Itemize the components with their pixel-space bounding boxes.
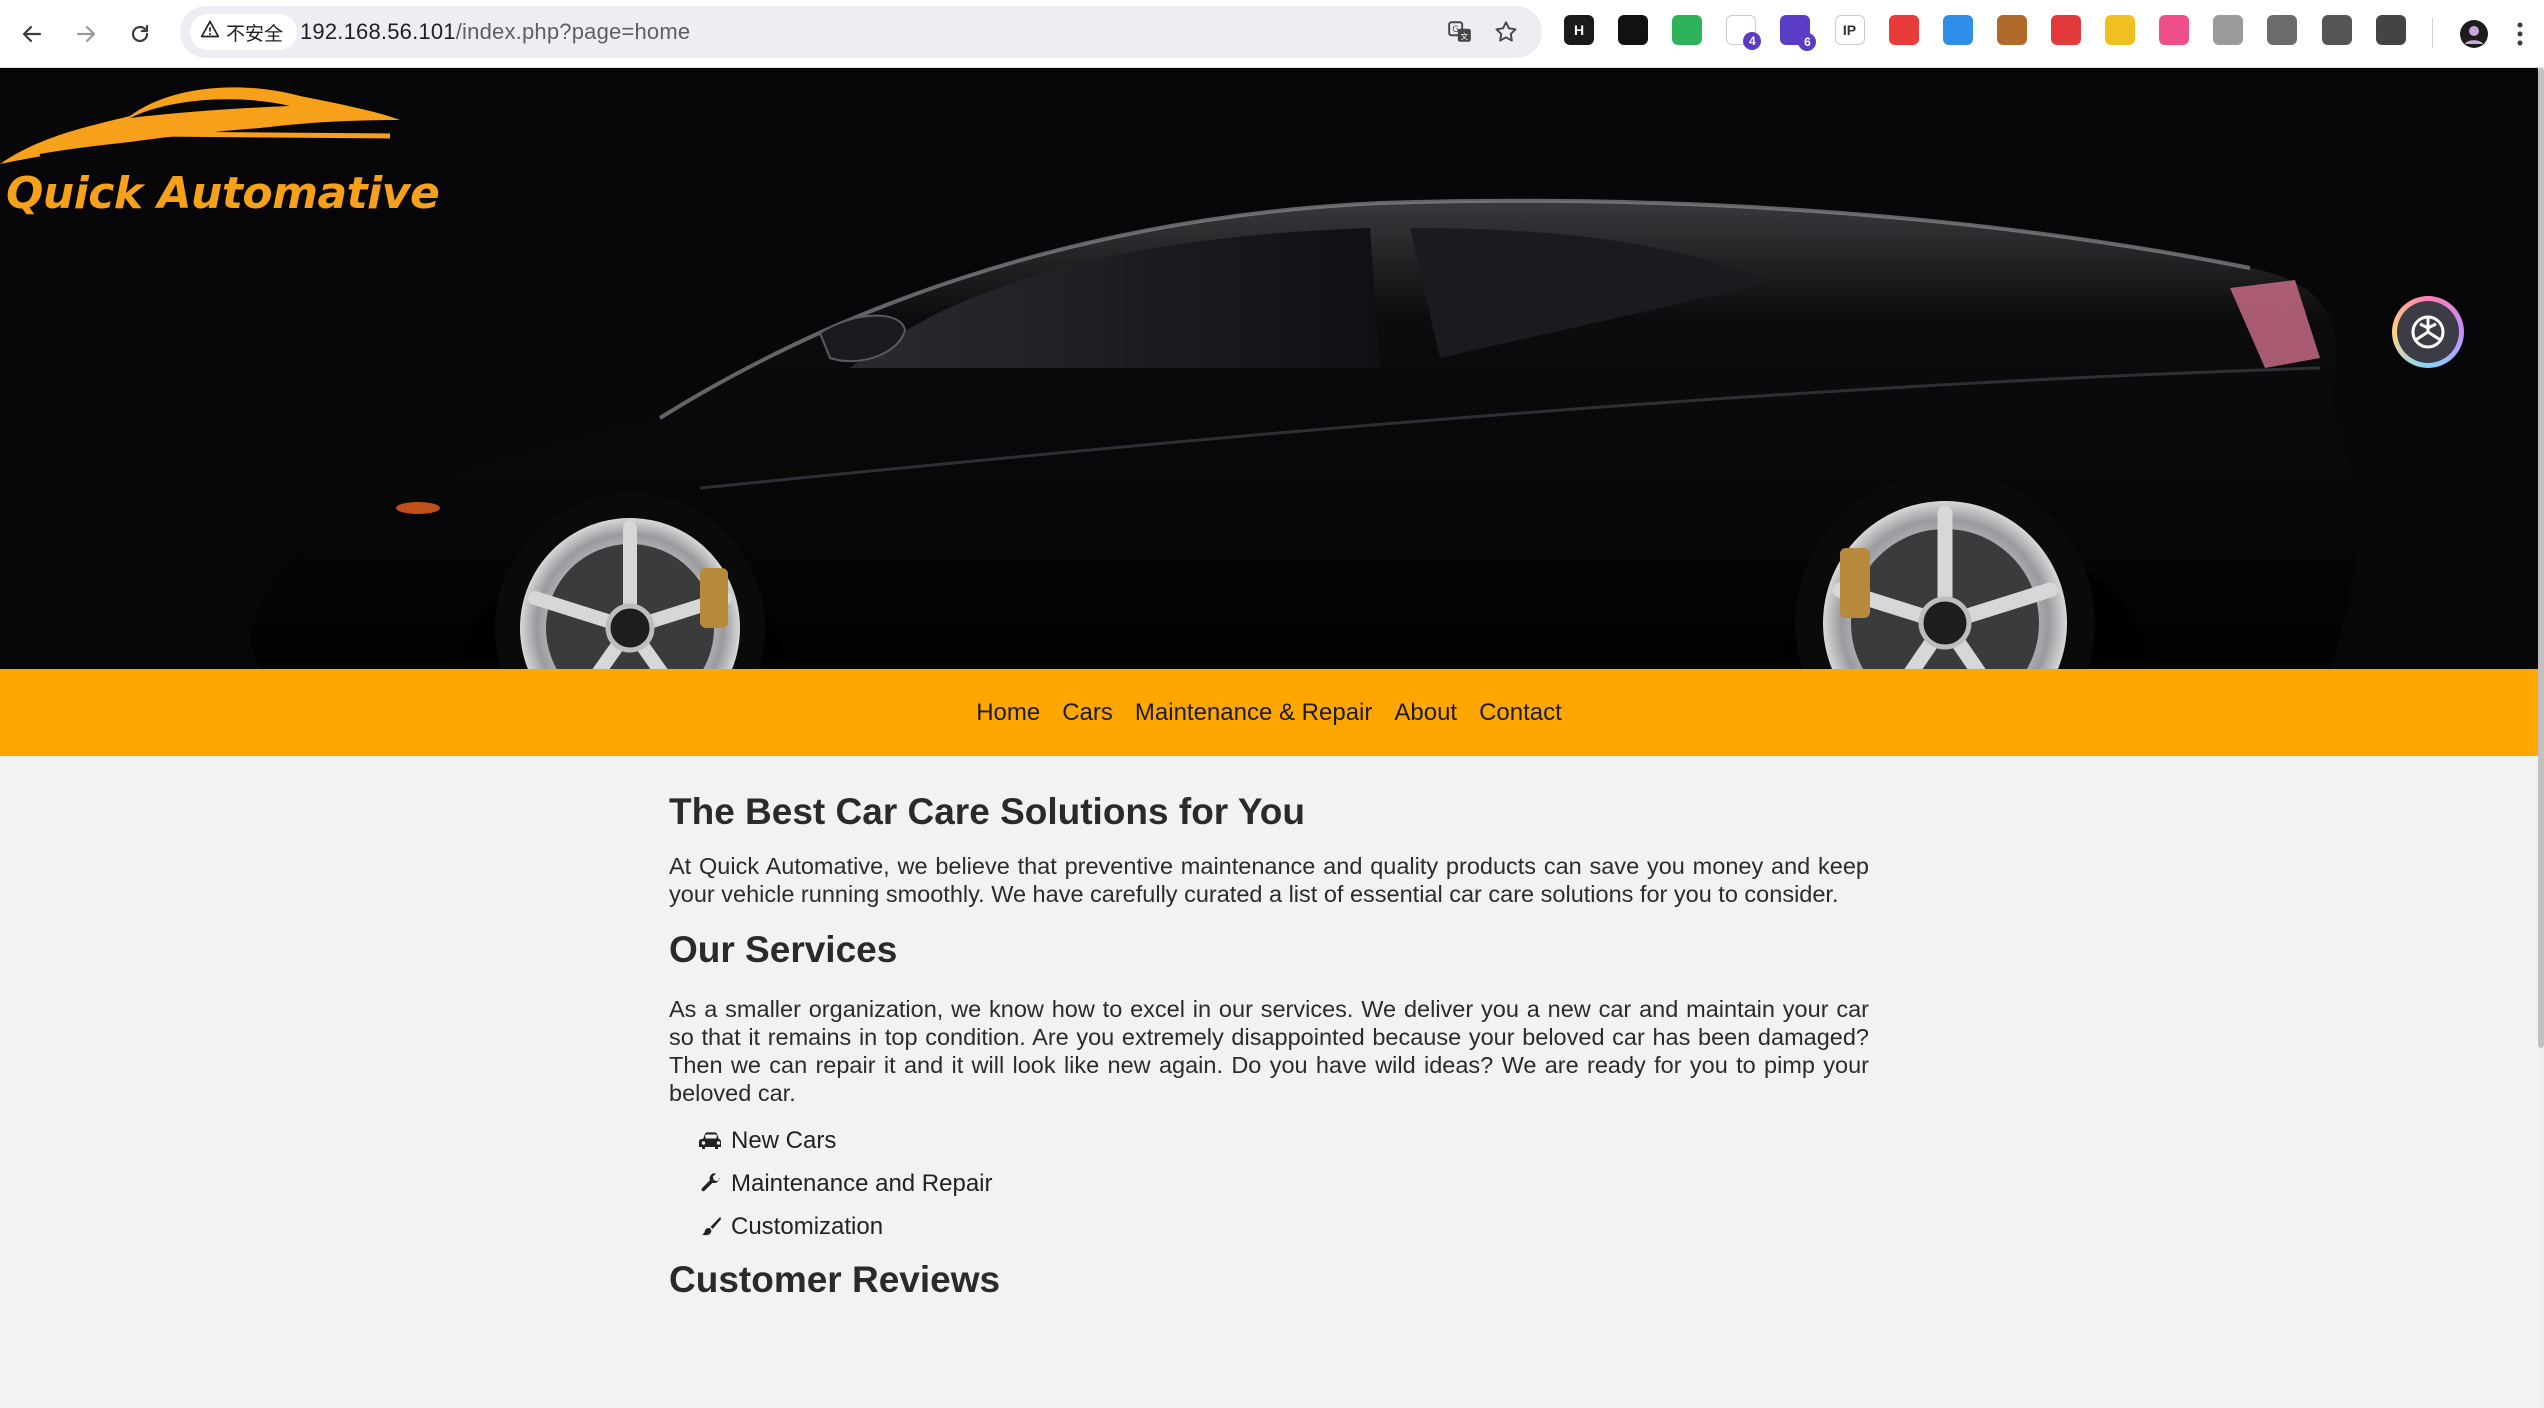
cube-ext-icon[interactable]: 6: [1780, 15, 1817, 51]
service-label: New Cars: [731, 1126, 837, 1154]
browser-toolbar: 不安全 192.168.56.101/index.php?page=home G…: [0, 0, 2544, 68]
nav-contact[interactable]: Contact: [1479, 699, 1562, 727]
url-host: 192.168.56.101: [300, 19, 456, 44]
security-label: 不安全: [226, 23, 284, 45]
menu-kebab-icon[interactable]: [2500, 14, 2540, 54]
bookmark-star-icon[interactable]: [1490, 16, 1522, 48]
ip-ext-icon[interactable]: IP: [1834, 15, 1865, 45]
service-label: Customization: [731, 1212, 884, 1240]
wrench-icon: [699, 1171, 723, 1195]
hero-banner: Quick Automative: [0, 68, 2538, 669]
back-icon[interactable]: [12, 14, 52, 54]
floating-assistant-button[interactable]: [2392, 296, 2464, 368]
extension-badge: 6: [1798, 33, 1817, 51]
nav-cars[interactable]: Cars: [1062, 699, 1113, 727]
service-label: Maintenance and Repair: [731, 1169, 993, 1197]
list-item: Customization: [699, 1205, 1869, 1248]
intro-paragraph: At Quick Automative, we believe that pre…: [669, 853, 1869, 908]
list-item: Maintenance and Repair: [699, 1162, 1869, 1205]
toolbar-divider: [2432, 18, 2433, 48]
address-bar[interactable]: 不安全 192.168.56.101/index.php?page=home G…: [180, 6, 1542, 58]
extension-badge: 4: [1743, 32, 1762, 50]
profile-avatar[interactable]: [2454, 14, 2494, 54]
h-ext-icon[interactable]: H: [1564, 15, 1594, 45]
services-list: New Cars Maintenance and Repair Customiz…: [699, 1119, 1869, 1248]
eye-ext-icon[interactable]: [1942, 15, 1973, 45]
cookie-ext-icon[interactable]: [1996, 15, 2027, 45]
lang-ext-icon[interactable]: [2213, 15, 2244, 45]
car-icon: [699, 1128, 723, 1152]
forward-icon[interactable]: [66, 14, 106, 54]
svg-text:文: 文: [1461, 31, 1469, 41]
main-content: The Best Car Care Solutions for You At Q…: [669, 790, 1869, 1302]
brand-name: Quick Automative: [6, 168, 440, 219]
list-item: New Cars: [699, 1119, 1869, 1162]
page-heading: The Best Car Care Solutions for You: [669, 791, 1305, 832]
services-heading: Our Services: [669, 929, 898, 971]
recycle-ext-icon[interactable]: [2267, 15, 2298, 45]
brand-logo[interactable]: Quick Automative: [0, 76, 440, 236]
filter-ext-icon[interactable]: 4: [1726, 15, 1762, 50]
url-text[interactable]: 192.168.56.101/index.php?page=home: [300, 6, 690, 58]
services-paragraph: As a smaller organization, we know how t…: [669, 995, 1869, 1106]
key-ext-icon[interactable]: [2105, 15, 2136, 45]
nav-maintenance-repair[interactable]: Maintenance & Repair: [1135, 699, 1372, 727]
circle-ext-icon[interactable]: [1618, 15, 1649, 45]
url-path: /index.php?page=home: [455, 19, 691, 44]
car-logo-icon: [0, 87, 400, 164]
reviews-heading: Customer Reviews: [669, 1258, 1001, 1300]
translate-icon[interactable]: G文: [1444, 16, 1476, 48]
translate-ext-icon[interactable]: [2159, 15, 2190, 45]
hat-ext-icon[interactable]: [2321, 15, 2352, 45]
nav-about[interactable]: About: [1394, 699, 1457, 727]
red-ext-icon[interactable]: [1888, 15, 1919, 45]
warning-icon: [200, 19, 220, 45]
main-nav: Home Cars Maintenance & Repair About Con…: [0, 669, 2538, 756]
svg-text:G: G: [1452, 25, 1459, 35]
puzzle-ext-icon[interactable]: [2375, 15, 2406, 45]
pokeball-ext-icon[interactable]: [2050, 15, 2081, 45]
shield-ext-icon[interactable]: [1672, 15, 1703, 45]
nav-home[interactable]: Home: [976, 699, 1040, 727]
assistant-icon: [2397, 301, 2459, 363]
security-chip[interactable]: 不安全: [190, 14, 298, 50]
page-scrollbar-thumb[interactable]: [2538, 68, 2544, 1048]
brush-icon: [699, 1214, 723, 1238]
reload-icon[interactable]: [120, 14, 160, 54]
